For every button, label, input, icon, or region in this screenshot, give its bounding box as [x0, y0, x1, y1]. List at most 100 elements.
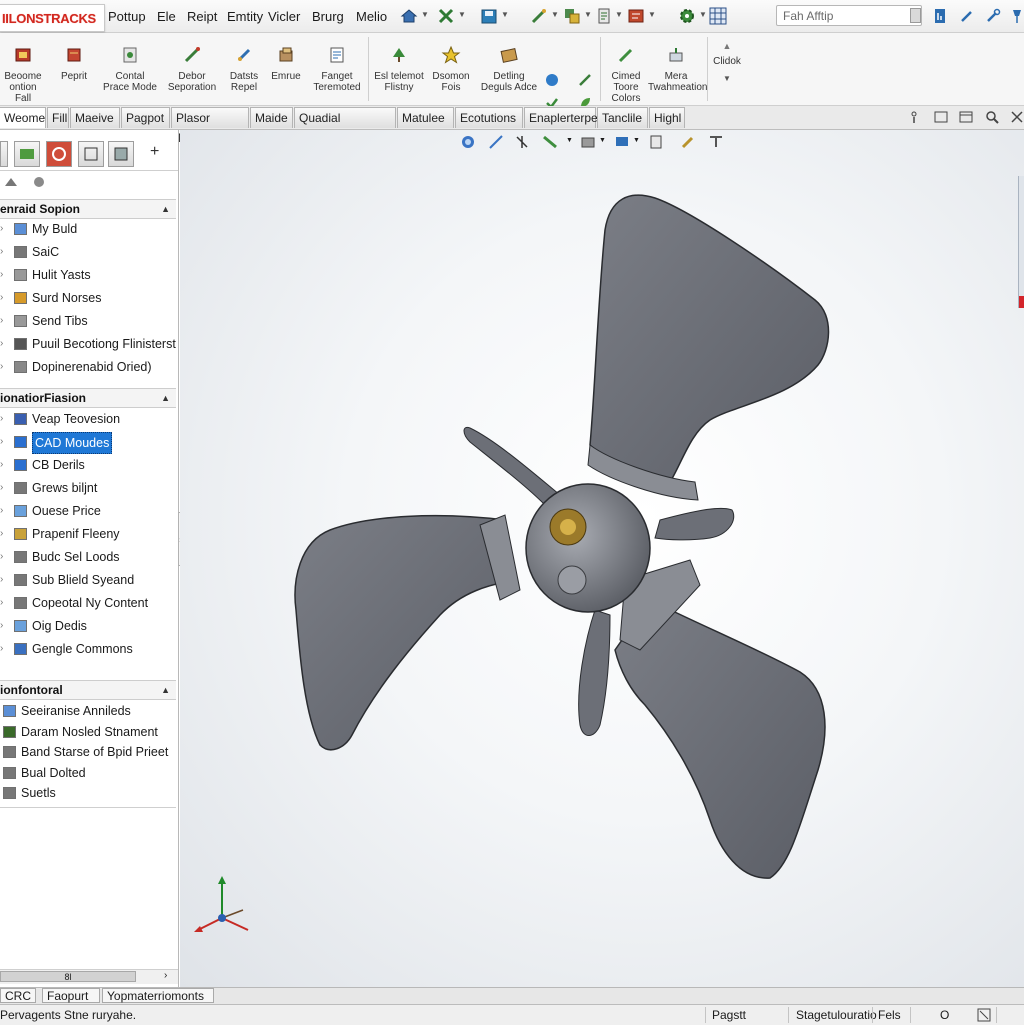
expand-icon[interactable]: ›	[0, 288, 6, 308]
tab-highl[interactable]: Highl	[649, 107, 685, 128]
target-icon[interactable]	[32, 175, 46, 189]
chevron-down-icon[interactable]: ▼	[458, 10, 466, 19]
chevron-up-icon[interactable]: ▲	[161, 200, 170, 218]
evaluate-icon[interactable]	[595, 7, 613, 25]
menu-item-vicler[interactable]: Vicler	[268, 9, 300, 24]
search-dropdown-button[interactable]	[910, 8, 921, 23]
command-button-12[interactable]: ▲ Clidok ▼	[710, 33, 744, 105]
tree-item[interactable]: › Puuil Becotiong Flinisterst	[0, 334, 176, 354]
chevron-up-icon[interactable]: ▲	[161, 681, 170, 699]
propeller-hub[interactable]	[525, 483, 651, 613]
expand-icon[interactable]: ›	[0, 311, 6, 331]
tree-item[interactable]: › Oig Dedis	[0, 616, 176, 636]
model-tab-yopmaterriomonts[interactable]: Yopmaterriomonts	[102, 988, 214, 1003]
tree-item[interactable]: › Prapenif Fleeny	[0, 524, 176, 544]
menu-item-pottup[interactable]: Pottup	[108, 9, 146, 24]
tab-pagpot[interactable]: Pagpot	[121, 107, 170, 128]
command-button-3[interactable]: Debor Seporation	[162, 33, 222, 105]
filter-icon[interactable]	[4, 176, 18, 188]
expand-icon[interactable]: ›	[0, 455, 6, 475]
add-tab-button[interactable]: +	[150, 143, 159, 161]
tree-item[interactable]: Band Starse of Bpid Prieet	[0, 742, 176, 762]
tab-ecotutions[interactable]: Ecotutions	[455, 107, 523, 128]
propeller-thin-blade-right[interactable]	[654, 507, 735, 541]
wrench-icon[interactable]	[984, 7, 1002, 25]
command-button-11[interactable]: Mera Twahmeation	[648, 33, 707, 105]
command-button-7[interactable]: Esl telemot Flistny	[372, 33, 426, 105]
tree-item[interactable]: › Dopinerenabid Oried)	[0, 357, 176, 377]
gear-icon[interactable]	[678, 7, 696, 25]
tab-quadial-seotoune[interactable]: Quadial Seotoune	[294, 107, 396, 145]
tab-maeive[interactable]: Maeive	[70, 107, 120, 128]
expand-icon[interactable]: ›	[0, 334, 6, 354]
expand-icon[interactable]: ›	[0, 593, 6, 613]
menu-item-melio[interactable]: Melio	[356, 9, 387, 24]
tree-item[interactable]: › Sub Blield Syeand	[0, 570, 176, 590]
tree-item[interactable]: › Budc Sel Loods	[0, 547, 176, 567]
propeller-model[interactable]	[180, 130, 1024, 987]
horizontal-scrollbar[interactable]: 8l ›	[0, 969, 178, 984]
expand-icon[interactable]: ›	[0, 357, 6, 377]
grid-icon[interactable]	[709, 7, 727, 25]
command-button-4[interactable]: Datsts Repel	[224, 33, 264, 105]
display-tab[interactable]	[108, 141, 134, 167]
tools-icon[interactable]	[578, 73, 592, 87]
options-icon[interactable]	[627, 7, 645, 25]
tree-item[interactable]: › Copeotal Ny Content	[0, 593, 176, 613]
propeller-blade-top[interactable]	[589, 194, 830, 491]
home-icon[interactable]	[400, 7, 418, 25]
sketch-icon[interactable]	[530, 7, 548, 25]
tree-item[interactable]: › CAD Moudes	[0, 432, 176, 454]
chevron-down-icon[interactable]: ▼	[699, 10, 707, 19]
command-button-5[interactable]: Emrue	[266, 33, 306, 105]
expand-icon[interactable]: ›	[0, 616, 6, 636]
globe-icon[interactable]	[545, 73, 559, 87]
chevron-up-icon[interactable]: ▲	[161, 389, 170, 407]
tree-item[interactable]: › Hulit Yasts	[0, 265, 176, 285]
tab-enaplerterpet[interactable]: Enaplerterpet	[524, 107, 601, 128]
measure-icon[interactable]	[437, 7, 455, 25]
expand-icon[interactable]: ›	[0, 432, 6, 452]
property-tab[interactable]	[46, 141, 72, 167]
expand-icon[interactable]: ›	[0, 639, 6, 659]
tree-item[interactable]: › Veap Teovesion	[0, 409, 176, 429]
command-button-9[interactable]: Detling Deguls Adce	[478, 33, 540, 105]
expand-icon[interactable]: ›	[0, 524, 6, 544]
tree-item[interactable]: Daram Nosled Stnament	[0, 722, 176, 742]
document-icon[interactable]	[931, 7, 949, 25]
chevron-down-icon[interactable]: ▼	[421, 10, 429, 19]
propeller-blade-left[interactable]	[294, 514, 516, 751]
info-icon[interactable]	[907, 110, 921, 124]
feature-tree-tab[interactable]	[14, 141, 40, 167]
tile-icon[interactable]	[958, 110, 974, 124]
tab-maide[interactable]: Maide	[250, 107, 293, 128]
pin-icon[interactable]	[1008, 7, 1024, 25]
panel-tab-left[interactable]	[0, 141, 8, 167]
expand-icon[interactable]: ›	[0, 409, 6, 429]
model-tab-faopurt[interactable]: Faopurt	[42, 988, 100, 1003]
search-input[interactable]: Fah Afftip	[776, 5, 922, 26]
command-button-8[interactable]: Dsomon Fois	[428, 33, 474, 105]
pencil-icon[interactable]	[958, 7, 976, 25]
tree-item[interactable]: › Ouese Price	[0, 501, 176, 521]
scroll-thumb[interactable]: 8l	[0, 971, 136, 982]
tree-item[interactable]: Bual Dolted	[0, 763, 176, 783]
command-button-1[interactable]: Peprit	[50, 33, 98, 105]
command-button-6[interactable]: Fanget Teremoted	[308, 33, 366, 105]
expand-icon[interactable]: ›	[0, 547, 6, 567]
chevron-down-icon[interactable]: ▼	[648, 10, 656, 19]
tree-item[interactable]: › Surd Norses	[0, 288, 176, 308]
expand-icon[interactable]: ›	[0, 478, 6, 498]
expand-icon[interactable]: ›	[0, 242, 6, 262]
tree-item[interactable]: › SaiC	[0, 242, 176, 262]
window-icon[interactable]	[933, 110, 949, 124]
search-icon[interactable]	[985, 110, 999, 124]
tab-weome[interactable]: Weome	[0, 107, 46, 128]
expand-icon[interactable]: ›	[0, 501, 6, 521]
notification-icon[interactable]	[977, 1008, 991, 1022]
tab-tanclile[interactable]: Tanclile	[597, 107, 648, 128]
tree-item[interactable]: › Gengle Commons	[0, 639, 176, 659]
config-tab[interactable]	[78, 141, 104, 167]
propeller-thin-blade-upper[interactable]	[463, 426, 561, 506]
propeller-thin-blade-lower[interactable]	[578, 609, 611, 736]
